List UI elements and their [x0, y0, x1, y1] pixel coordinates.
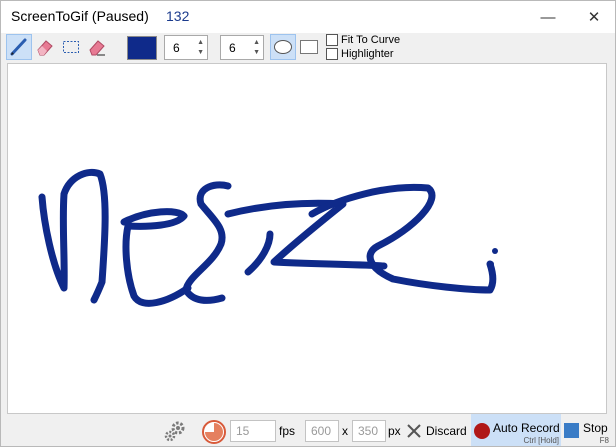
minimize-icon: —: [540, 8, 556, 26]
stroke-s: [182, 181, 232, 304]
ellipse-tip-button[interactable]: [270, 34, 296, 60]
fit-to-curve-option[interactable]: Fit To Curve: [326, 34, 400, 46]
pen-width-stepper[interactable]: 6 ▲ ▼: [164, 35, 208, 60]
stop-shortcut: F8: [599, 436, 609, 445]
discard-x-icon: [407, 424, 421, 438]
pen-height-value: 6: [229, 41, 236, 55]
stroke-n: [38, 168, 109, 304]
stroke-z: [224, 199, 388, 270]
stop-label: Stop: [583, 421, 608, 435]
window-title: ScreenToGif (Paused): [11, 8, 149, 24]
pen-width-value: 6: [173, 41, 180, 55]
record-icon: [474, 423, 490, 439]
close-button[interactable]: ✕: [579, 1, 609, 33]
fit-to-curve-checkbox[interactable]: [326, 34, 338, 46]
discard-label: Discard: [426, 424, 467, 438]
screentogif-board-window: ScreenToGif (Paused) 132 — ✕ 6 ▲ ▼ 6 ▲ ▼…: [0, 0, 616, 447]
stroke-dot-1: [492, 248, 498, 254]
pen-tool-button[interactable]: [6, 34, 32, 60]
frequency-button[interactable]: [200, 418, 228, 446]
ellipse-icon: [274, 40, 292, 54]
auto-record-button[interactable]: Auto Record Ctrl [Hold]: [471, 414, 561, 446]
minimize-button[interactable]: —: [533, 1, 563, 33]
timer-icon: [202, 420, 226, 444]
width-input[interactable]: 600: [305, 420, 339, 442]
gear-icon: [164, 421, 185, 442]
pen-icon: [10, 38, 27, 56]
recording-bar: 15 fps 600 x 350 px Discard Auto Record …: [1, 414, 615, 446]
eraser-icon: [37, 40, 53, 56]
chevron-down-icon[interactable]: ▼: [253, 49, 260, 57]
drawing-canvas[interactable]: [7, 63, 607, 414]
fps-value: 15: [236, 424, 250, 438]
rectangle-icon: [300, 40, 318, 54]
handwritten-strokes: [38, 168, 498, 307]
eraser-tool-button[interactable]: [32, 34, 58, 60]
select-tool-button[interactable]: [58, 34, 84, 60]
stroke-color-swatch[interactable]: [127, 36, 157, 60]
height-value: 350: [358, 424, 379, 438]
stop-icon: [564, 423, 579, 438]
clear-eraser-icon: [89, 40, 105, 56]
highlighter-label: Highlighter: [341, 48, 394, 60]
chevron-up-icon[interactable]: ▲: [197, 39, 204, 47]
erase-stroke-tool-button[interactable]: [84, 34, 110, 60]
height-input[interactable]: 350: [352, 420, 386, 442]
auto-record-label: Auto Record: [493, 421, 560, 435]
fit-to-curve-label: Fit To Curve: [341, 34, 401, 46]
pen-height-stepper[interactable]: 6 ▲ ▼: [220, 35, 264, 60]
highlighter-checkbox[interactable]: [326, 48, 338, 60]
size-times-label: x: [342, 424, 348, 438]
options-button[interactable]: [161, 417, 189, 445]
discard-button[interactable]: Discard: [406, 416, 467, 446]
drawing-toolbar: 6 ▲ ▼ 6 ▲ ▼ Fit To Curve Highlighter: [1, 33, 615, 63]
title-bar: ScreenToGif (Paused) 132 — ✕: [1, 1, 615, 33]
stroke-e1: [120, 208, 192, 307]
select-icon: [63, 41, 79, 53]
auto-record-shortcut: Ctrl [Hold]: [523, 436, 559, 445]
fps-input[interactable]: 15: [230, 420, 276, 442]
width-value: 600: [311, 424, 332, 438]
close-icon: ✕: [587, 9, 601, 26]
frame-count: 132: [166, 8, 190, 24]
stroke-dot-2: [488, 261, 494, 267]
px-label: px: [388, 424, 401, 438]
chevron-down-icon[interactable]: ▼: [197, 49, 204, 57]
stop-button[interactable]: Stop F8: [561, 414, 615, 446]
fps-label: fps: [279, 424, 296, 438]
highlighter-option[interactable]: Highlighter: [326, 48, 394, 60]
chevron-up-icon[interactable]: ▲: [253, 39, 260, 47]
rectangle-tip-button[interactable]: [296, 34, 322, 60]
